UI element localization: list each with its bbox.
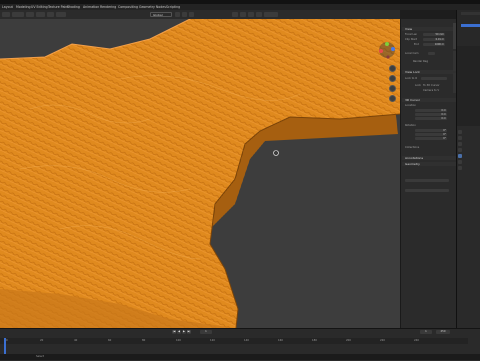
output-properties-icon[interactable] — [458, 136, 462, 140]
view-panel-header[interactable]: View — [402, 27, 456, 31]
3d-cursor-panel-header[interactable]: 3D Cursor — [402, 98, 456, 102]
lock-camera-label[interactable]: Camera to V — [423, 89, 439, 92]
view-lock-panel-header[interactable]: View Lock — [402, 70, 456, 74]
cursor-z-field[interactable]: 0 m — [415, 116, 447, 120]
cursor-location-label: Location — [405, 104, 416, 107]
lock-label: Lock — [415, 84, 421, 87]
start-frame-field[interactable]: 1 — [420, 330, 432, 334]
editor-type-button[interactable] — [2, 12, 10, 17]
render-region-label: Render Reg — [413, 60, 428, 63]
lock-to-object-label: Lock to O — [405, 77, 418, 80]
rotation-z-field[interactable]: 0° — [415, 136, 447, 140]
overlays-button[interactable] — [248, 12, 254, 17]
lock-3d-cursor-label[interactable]: To 3D Cursor — [423, 84, 440, 87]
timeline-tick: 40 — [74, 339, 78, 342]
material-properties-icon[interactable] — [458, 166, 462, 170]
rotation-y-field[interactable]: 0° — [415, 132, 447, 136]
timeline-tick: 60 — [108, 339, 112, 342]
focal-length-label: Focal Len — [405, 33, 418, 36]
visibility-button[interactable] — [232, 12, 238, 17]
sidebar-n-panel: View Focal Len 50 mm Clip Start 0.01 m E… — [400, 19, 457, 328]
play-reverse-icon[interactable]: ◀ — [177, 330, 181, 334]
3d-viewport[interactable] — [0, 19, 400, 328]
camera-view-icon[interactable] — [389, 85, 396, 92]
pivot-point-button[interactable] — [175, 12, 180, 17]
object-properties-icon[interactable] — [458, 154, 462, 158]
lock-to-object-field[interactable] — [421, 76, 447, 80]
play-icon[interactable]: ▶ — [182, 330, 186, 334]
timeline-tick: 140 — [244, 339, 249, 342]
shading-mode-buttons[interactable] — [264, 12, 278, 17]
add-menu-button[interactable] — [47, 12, 54, 17]
step-forward-icon[interactable]: ▶| — [187, 330, 191, 334]
local-camera-label: Local Cam — [405, 52, 419, 55]
zoom-icon[interactable] — [389, 65, 396, 72]
pan-hand-icon[interactable] — [389, 75, 396, 82]
3d-cursor-icon — [273, 150, 279, 156]
clip-end-label: End — [414, 43, 419, 46]
timeline-tick: 20 — [40, 339, 44, 342]
outliner — [457, 10, 480, 46]
terrain-mesh — [0, 19, 400, 328]
local-camera-checkbox[interactable] — [428, 51, 435, 55]
y-axis-icon — [385, 42, 389, 46]
geometry-button[interactable] — [405, 189, 449, 193]
outliner-row-selected[interactable] — [461, 24, 480, 28]
cursor-rotation-label: Rotation — [405, 124, 416, 127]
focal-length-field[interactable]: 50 mm — [423, 32, 445, 36]
terrain-surface — [0, 19, 400, 328]
outliner-row[interactable] — [461, 12, 480, 16]
x-axis-icon — [379, 49, 383, 53]
geometry-panel-header[interactable]: Geometry — [402, 162, 456, 166]
timeline-tick: 240 — [414, 339, 419, 342]
clip-start-field[interactable]: 0.01 m — [423, 37, 445, 41]
timeline-tick: 220 — [380, 339, 385, 342]
modifier-properties-icon[interactable] — [458, 160, 462, 164]
geometry-field[interactable] — [405, 179, 449, 183]
xray-button[interactable] — [256, 12, 262, 17]
status-bar: Select — [0, 354, 480, 360]
current-frame-field[interactable]: 1 — [200, 330, 212, 334]
collections-label[interactable]: Collections — [405, 146, 419, 149]
cursor-x-field[interactable]: 0 m — [415, 108, 447, 112]
transform-orientation-select[interactable]: Global — [150, 12, 172, 17]
navigation-gizmo[interactable] — [377, 41, 397, 63]
world-properties-icon[interactable] — [458, 148, 462, 152]
select-menu-button[interactable] — [36, 12, 45, 17]
object-menu-button[interactable] — [56, 12, 66, 17]
scene-properties-icon[interactable] — [458, 142, 462, 146]
view-menu-button[interactable] — [26, 12, 34, 17]
rotation-x-field[interactable]: 0° — [415, 128, 447, 132]
clip-end-field[interactable]: 1000 m — [423, 42, 445, 46]
timeline-tick: 120 — [210, 339, 215, 342]
render-properties-icon[interactable] — [458, 130, 462, 134]
timeline-tick: 160 — [278, 339, 283, 342]
outliner-row[interactable] — [461, 16, 480, 19]
annotations-panel-header[interactable]: Annotations — [402, 156, 456, 160]
clip-start-label: Clip Start — [405, 38, 418, 41]
timeline-ruler[interactable] — [0, 338, 468, 344]
proportional-edit-button[interactable] — [189, 12, 194, 17]
timeline-tick: 0 — [6, 339, 8, 342]
object-mode-button[interactable] — [12, 12, 24, 17]
z-axis-icon — [391, 47, 395, 51]
timeline-tick: 180 — [312, 339, 317, 342]
timeline-tick: 200 — [346, 339, 351, 342]
timeline-tick: 80 — [142, 339, 146, 342]
properties-editor — [457, 126, 480, 328]
viewport-gizmos-button[interactable] — [240, 12, 246, 17]
right-column — [456, 10, 480, 328]
jump-start-icon[interactable]: |◀ — [172, 330, 176, 334]
status-text: Select — [36, 355, 45, 358]
outliner-row[interactable] — [461, 20, 480, 23]
timeline-tick: 100 — [176, 339, 181, 342]
cursor-y-field[interactable]: 0 m — [415, 112, 447, 116]
ortho-grid-icon[interactable] — [389, 95, 396, 102]
snap-button[interactable] — [182, 12, 187, 17]
end-frame-field[interactable]: 250 — [436, 330, 450, 334]
